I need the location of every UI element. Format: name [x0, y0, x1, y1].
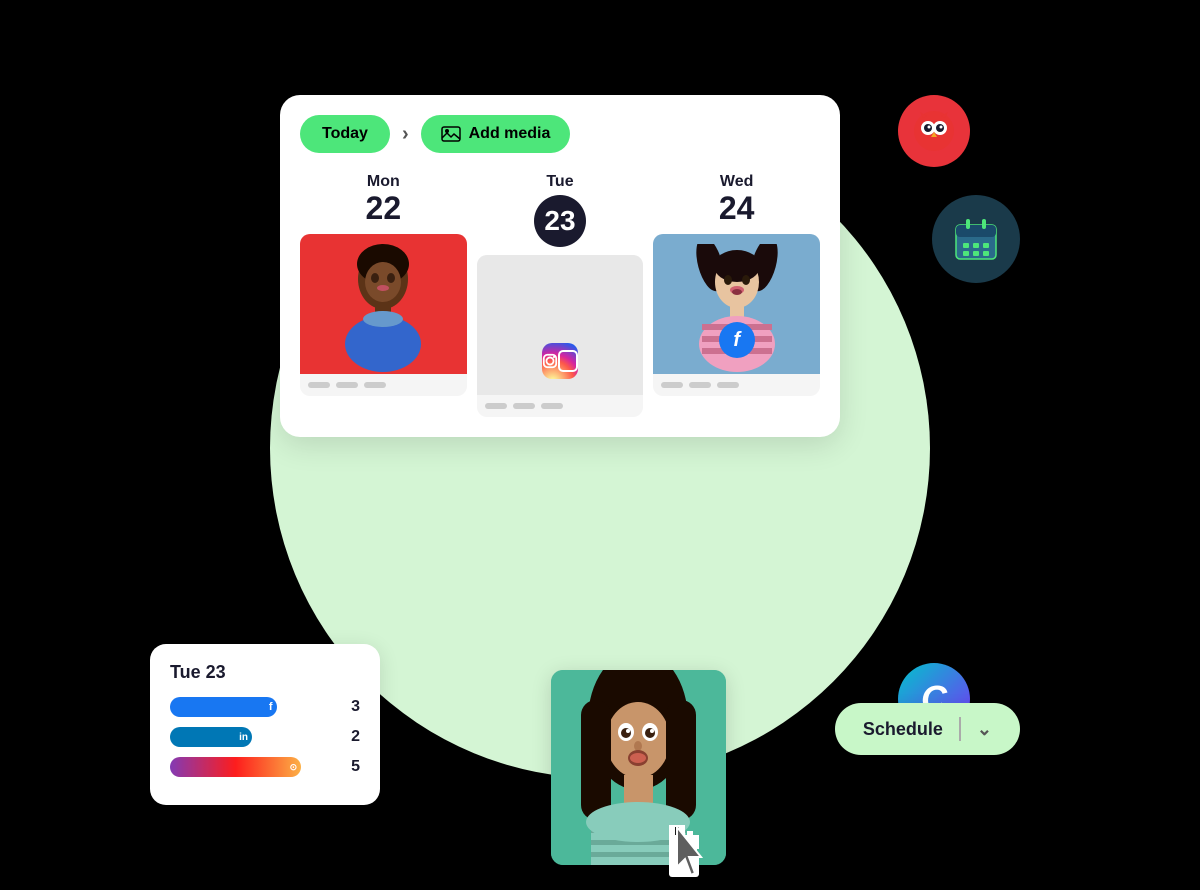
- calendar-card: Today › Add media Mon 22: [280, 95, 840, 437]
- day-name-wed: Wed: [719, 173, 755, 191]
- chevron-right-icon[interactable]: ›: [402, 123, 409, 146]
- day-col-tue: Tue 23: [477, 173, 644, 417]
- day-num-wed: 24: [719, 191, 755, 226]
- calendar-badge[interactable]: [932, 195, 1020, 283]
- post-dot-7: [661, 382, 683, 388]
- post-dot-8: [689, 382, 711, 388]
- stat-row-instagram: ⊙ 5: [170, 757, 360, 777]
- post-card-wed[interactable]: f: [653, 234, 820, 396]
- stat-count-fb: 3: [340, 698, 360, 716]
- schedule-divider: [959, 717, 961, 741]
- post-footer-wed: [653, 374, 820, 396]
- calendar-grid: Mon 22: [300, 173, 820, 417]
- calendar-icon: [952, 215, 1000, 263]
- stat-bar-wrap-li: in: [170, 727, 334, 747]
- day-name-mon: Mon: [366, 173, 402, 191]
- linkedin-bar-icon: in: [239, 732, 248, 743]
- add-media-button[interactable]: Add media: [421, 115, 571, 153]
- toolbar: Today › Add media: [300, 115, 820, 153]
- person1-silhouette: [328, 244, 438, 374]
- person1-image: [300, 234, 467, 374]
- scene: C Today › Add media Mon 22: [150, 35, 1050, 835]
- stats-title: Tue 23: [170, 662, 360, 683]
- stat-row-facebook: f 3: [170, 697, 360, 717]
- schedule-button[interactable]: Schedule ⌄: [835, 703, 1020, 755]
- schedule-label: Schedule: [863, 719, 943, 740]
- stat-count-li: 2: [340, 728, 360, 746]
- post-dot-3: [364, 382, 386, 388]
- stat-bar-fb: f: [170, 697, 277, 717]
- post-dot-2: [336, 382, 358, 388]
- day-name-tue: Tue: [534, 173, 586, 191]
- cursor-hand: [663, 825, 715, 890]
- chevron-down-icon[interactable]: ⌄: [977, 719, 992, 740]
- post-card-mon[interactable]: [300, 234, 467, 396]
- stat-count-ig: 5: [340, 758, 360, 776]
- instagram-icon: [542, 343, 578, 379]
- day-header-tue: Tue 23: [534, 173, 586, 247]
- post-dot-9: [717, 382, 739, 388]
- day-num-mon: 22: [366, 191, 402, 226]
- hootsuite-badge[interactable]: [898, 95, 970, 167]
- day-col-mon: Mon 22: [300, 173, 467, 417]
- post-card-tue[interactable]: [477, 255, 644, 417]
- day-header-mon: Mon 22: [366, 173, 402, 226]
- day-header-wed: Wed 24: [719, 173, 755, 226]
- stat-bar-wrap-fb: f: [170, 697, 334, 717]
- add-media-label: Add media: [469, 125, 551, 143]
- stat-bar-ig: ⊙: [170, 757, 301, 777]
- stat-bar-wrap-ig: ⊙: [170, 757, 334, 777]
- media-icon: [441, 126, 461, 142]
- post-dot-6: [541, 403, 563, 409]
- day-col-wed: Wed 24: [653, 173, 820, 417]
- facebook-bar-icon: f: [269, 701, 273, 713]
- facebook-badge-wed: f: [719, 322, 755, 358]
- day-num-tue: 23: [534, 195, 586, 247]
- hootsuite-owl-icon: [913, 110, 955, 152]
- cursor-hand-icon: [663, 825, 715, 885]
- facebook-icon: f: [719, 322, 755, 358]
- instagram-bar-icon: ⊙: [290, 762, 298, 773]
- post-dot-4: [485, 403, 507, 409]
- post-footer-mon: [300, 374, 467, 396]
- post-dot-5: [513, 403, 535, 409]
- stat-row-linkedin: in 2: [170, 727, 360, 747]
- stat-bar-li: in: [170, 727, 252, 747]
- post-footer-tue: [477, 395, 644, 417]
- post-dot-1: [308, 382, 330, 388]
- stats-card: Tue 23 f 3 in 2 ⊙: [150, 644, 380, 805]
- instagram-badge-tue: [542, 343, 578, 379]
- today-button[interactable]: Today: [300, 115, 390, 153]
